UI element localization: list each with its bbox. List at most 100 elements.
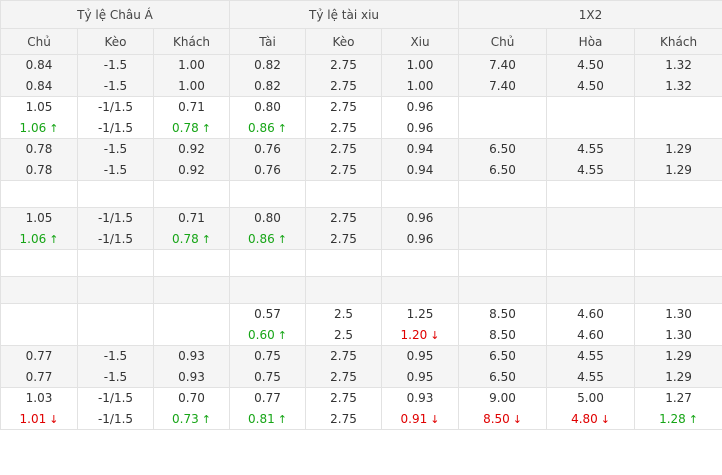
col-1x2-draw: Hòa [546, 28, 636, 55]
odds-number: 1.29 [665, 162, 692, 177]
odds-number: 0.77 [25, 369, 53, 384]
odds-number: 1.20 [400, 327, 428, 342]
odds-cell [152, 303, 231, 346]
odds-number: 0.95 [406, 369, 434, 384]
odds-cell [546, 249, 636, 277]
odds-number: 0.96 [406, 211, 434, 225]
odds-value: 0.93 [154, 346, 229, 367]
odds-number: -1.5 [103, 369, 128, 384]
odds-number: 2.75 [330, 78, 357, 93]
odds-cell [152, 249, 231, 277]
odds-number: 0.78 [172, 231, 199, 246]
odds-number: 0.77 [254, 391, 281, 405]
arrow-up-icon: ↑ [277, 232, 287, 246]
odds-cell: 7.40 7.40 [458, 54, 548, 97]
arrow-down-icon: ↓ [512, 412, 522, 426]
odds-table: Tỷ lệ Châu Á Tỷ lệ tài xiu 1X2 Chủ Kèo K… [0, 0, 722, 430]
odds-cell: 4.60 4.60 [546, 303, 636, 346]
odds-cell: 1.05 1.06 ↑ [0, 96, 78, 139]
odds-value: 8.50 [459, 325, 546, 346]
odds-value: 4.55 [547, 346, 634, 367]
odds-number: 0.94 [406, 162, 434, 177]
odds-cell [458, 276, 548, 304]
odds-number: 0.76 [254, 162, 281, 177]
arrow-up-icon: ↑ [688, 412, 699, 426]
odds-cell [458, 207, 548, 250]
odds-value: 6.50 [459, 367, 546, 388]
odds-cell: 0.57 0.60 ↑ [229, 303, 307, 346]
odds-number: 0.93 [178, 369, 205, 384]
odds-cell: 2.5 2.5 [305, 303, 383, 346]
odds-number: -1/1.5 [97, 100, 134, 114]
odds-value: 5.00 [547, 388, 634, 409]
odds-cell: 0.80 0.86 ↑ [229, 96, 307, 139]
odds-value: 2.75 [306, 160, 381, 181]
odds-cell [229, 276, 307, 304]
col-under: Xiu [381, 28, 460, 55]
odds-cell [546, 96, 636, 139]
odds-cell: 1.00 1.00 [152, 54, 231, 97]
odds-number: 1.00 [178, 58, 205, 72]
odds-value: 0.77 [1, 346, 77, 367]
odds-cell: 2.75 2.75 [305, 138, 383, 181]
odds-number: 6.50 [489, 349, 516, 363]
odds-number: 1.27 [665, 391, 692, 405]
odds-cell: 0.70 0.73 ↑ [152, 387, 231, 430]
odds-number: 6.50 [489, 142, 516, 156]
odds-cell: 0.78 0.78 [0, 138, 78, 181]
arrow-down-icon: ↓ [430, 328, 440, 342]
odds-cell: 4.50 4.50 [546, 54, 636, 97]
table-row: 0.78 0.78 -1.5 -1.5 0.92 0.92 0.76 0.76 2.75 2.75… [0, 138, 722, 181]
odds-value: 0.93 [382, 388, 458, 409]
odds-number: -1.5 [103, 162, 128, 177]
odds-number: 0.82 [254, 78, 281, 93]
odds-value: 2.75 [306, 208, 381, 229]
odds-value: 0.93 [154, 367, 229, 388]
odds-number: 2.75 [330, 369, 357, 384]
odds-number: 2.5 [333, 307, 354, 321]
odds-value: 4.50 [547, 55, 634, 76]
odds-value: 1.29 [635, 160, 722, 181]
col-1x2-away: Khách [634, 28, 722, 55]
odds-value: -1.5 [78, 160, 153, 181]
odds-cell: 1.05 1.06 ↑ [0, 207, 78, 250]
over-under-header: Tỷ lệ tài xiu [229, 0, 460, 29]
odds-cell: 4.55 4.55 [546, 138, 636, 181]
odds-number: 0.86 [248, 120, 275, 135]
odds-cell: 8.50 8.50 [458, 303, 548, 346]
odds-number: 0.92 [178, 162, 205, 177]
odds-cell [381, 249, 460, 277]
odds-number: 1.30 [665, 307, 692, 321]
1x2-header: 1X2 [458, 0, 722, 29]
odds-number: 4.55 [577, 142, 604, 156]
odds-number: 2.5 [333, 327, 354, 342]
odds-value: 1.27 [635, 388, 722, 409]
odds-number: 4.55 [577, 349, 604, 363]
odds-value: 0.76 [230, 139, 305, 160]
arrow-up-icon: ↑ [277, 328, 287, 342]
col-away: Khách [152, 28, 231, 55]
odds-cell: 2.75 2.75 [305, 54, 383, 97]
odds-number: 0.71 [178, 211, 205, 225]
odds-value: 0.84 [1, 76, 77, 97]
odds-cell [305, 249, 383, 277]
odds-cell [0, 276, 78, 304]
odds-cell: 1.03 1.01 ↓ [0, 387, 78, 430]
odds-cell: 0.77 0.81 ↑ [229, 387, 307, 430]
odds-value: 1.00 [154, 76, 229, 97]
odds-cell: 2.75 2.75 [305, 207, 383, 250]
odds-cell: 6.50 6.50 [458, 138, 548, 181]
odds-cell [546, 207, 636, 250]
odds-number: 0.84 [25, 58, 53, 72]
odds-number: 1.32 [665, 58, 692, 72]
odds-value: 0.96 [382, 229, 458, 250]
odds-value: 0.75 [230, 367, 305, 388]
arrow-down-icon: ↓ [600, 412, 610, 426]
odds-number: 1.30 [665, 327, 692, 342]
odds-number: 0.60 [248, 327, 275, 342]
odds-value: 0.77 [1, 367, 77, 388]
odds-value: 0.82 [230, 76, 305, 97]
odds-value: 2.75 [306, 97, 381, 118]
odds-cell: 5.00 4.80 ↓ [546, 387, 636, 430]
odds-value: 1.32 [635, 55, 722, 76]
